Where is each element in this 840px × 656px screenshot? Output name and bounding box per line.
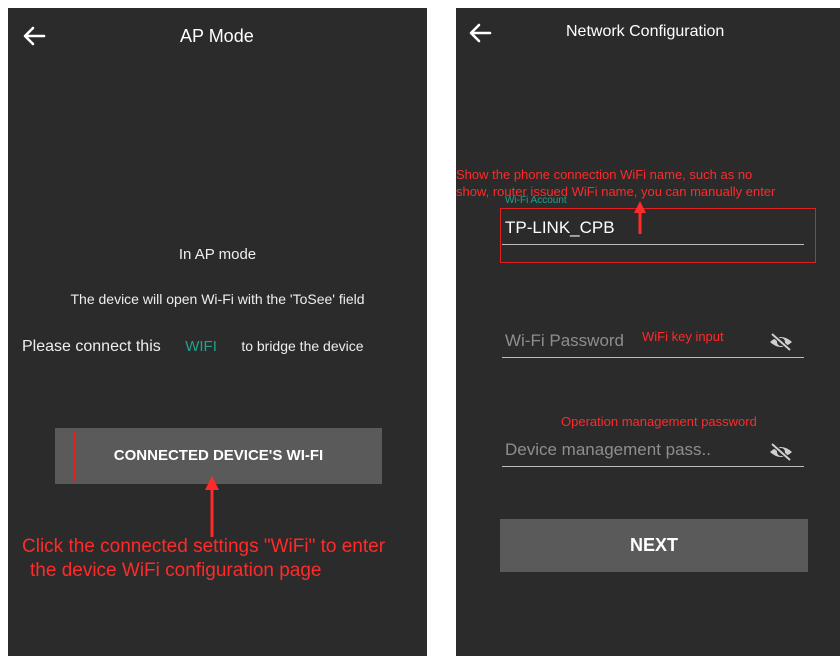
instruction-suffix: to bridge the device: [241, 338, 364, 354]
wifi-link[interactable]: WIFI: [185, 338, 217, 355]
wifi-password-underline: [502, 357, 804, 358]
eye-slash-icon[interactable]: [768, 332, 794, 352]
annotation-text: Operation management password: [561, 414, 757, 429]
annotation-highlight-box: [74, 431, 364, 482]
page-title: AP Mode: [180, 26, 254, 46]
back-arrow-icon[interactable]: [466, 19, 494, 47]
next-button[interactable]: NEXT: [500, 519, 808, 572]
page-title: Network Configuration: [566, 23, 725, 40]
red-arrow-icon: [634, 201, 646, 234]
annotation-text: Show the phone connection WiFi name, suc…: [456, 167, 753, 182]
annotation-text: the device WiFi configuration page: [30, 560, 322, 581]
ap-mode-text: In AP mode: [178, 246, 257, 263]
network-configuration-screen: Network Configuration Show the phone con…: [456, 8, 840, 656]
back-arrow-icon[interactable]: [20, 22, 48, 50]
device-password-input[interactable]: Device management pass..: [505, 440, 711, 460]
top-bar: AP Mode: [8, 8, 427, 64]
wifi-password-input[interactable]: Wi-Fi Password: [505, 331, 624, 351]
annotation-highlight-box: [500, 208, 816, 263]
instruction-prefix: Please connect this: [22, 338, 161, 355]
annotation-text: Click the connected settings "WiFi" to e…: [22, 536, 386, 557]
eye-slash-icon[interactable]: [768, 442, 794, 462]
connect-wifi-instruction: Please connect this WIFI to bridge the d…: [22, 338, 364, 356]
annotation-text: show, router issued WiFi name, you can m…: [456, 184, 776, 199]
tosee-info-text: The device will open Wi-Fi with the 'ToS…: [70, 291, 365, 307]
ap-mode-screen: AP Mode In AP mode The device will open …: [8, 8, 427, 656]
annotation-text: WiFi key input: [642, 329, 724, 344]
top-bar: Network Configuration: [456, 8, 840, 64]
red-arrow-icon: [205, 476, 219, 537]
wifi-account-label: Wi-Fi Account: [505, 195, 567, 206]
device-password-underline: [502, 466, 804, 467]
